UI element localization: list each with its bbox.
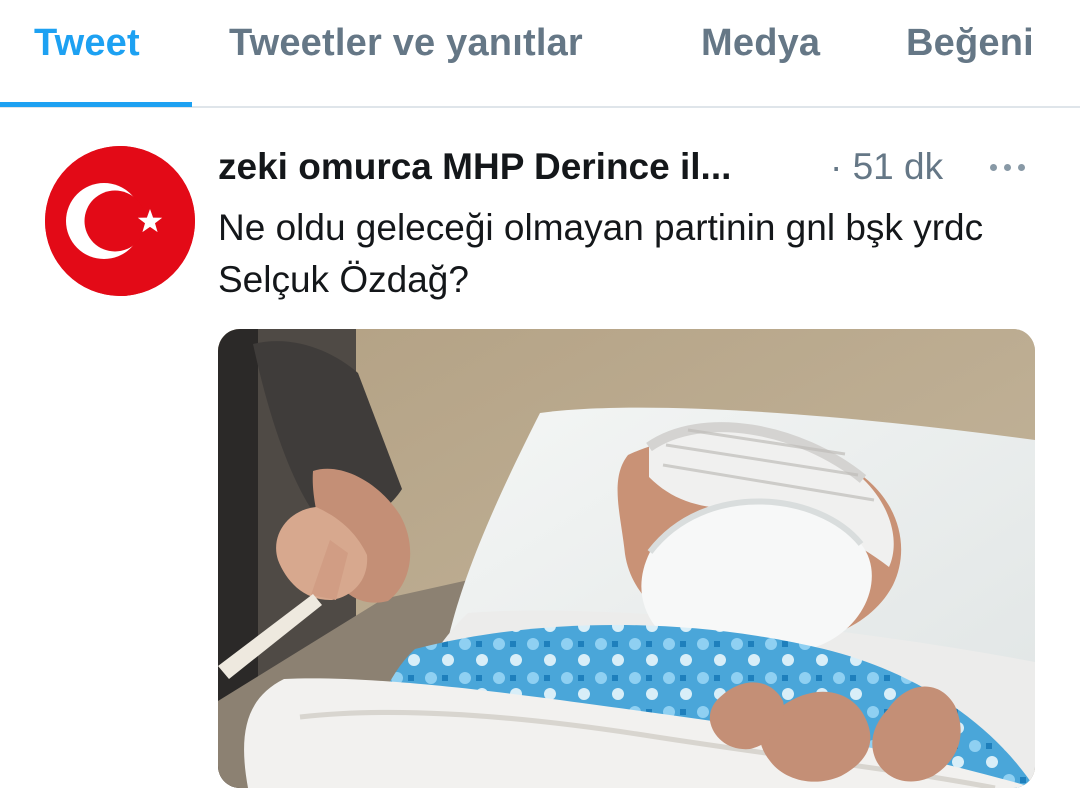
turkish-flag-icon — [45, 146, 195, 296]
avatar[interactable] — [45, 146, 195, 296]
more-dot — [1003, 163, 1011, 171]
tab-tweets-and-replies[interactable]: Tweetler ve yanıtlar — [229, 22, 583, 65]
author-display-name[interactable]: zeki omurca MHP Derince il... — [218, 146, 731, 188]
tweet-text: Ne oldu geleceği olmayan partinin gnl bş… — [218, 207, 984, 300]
profile-tabs: Tweet Tweetler ve yanıtlar Medya Beğeni — [0, 0, 1080, 108]
tab-media[interactable]: Medya — [701, 22, 820, 65]
tweet-photo[interactable] — [218, 329, 1035, 788]
tweet-card[interactable]: zeki omurca MHP Derince il... · 51 dk Ne… — [0, 108, 1080, 795]
tweet-header: zeki omurca MHP Derince il... · 51 dk — [218, 146, 1038, 192]
more-dot — [1017, 163, 1025, 171]
active-tab-indicator — [0, 102, 192, 107]
hospital-bed-photo-image — [218, 329, 1035, 788]
more-options-icon[interactable] — [982, 150, 1032, 184]
tweet-timestamp[interactable]: · 51 dk — [830, 146, 943, 188]
tab-tweet[interactable]: Tweet — [34, 22, 140, 65]
more-dot — [989, 163, 997, 171]
tab-likes[interactable]: Beğeni — [906, 22, 1034, 65]
